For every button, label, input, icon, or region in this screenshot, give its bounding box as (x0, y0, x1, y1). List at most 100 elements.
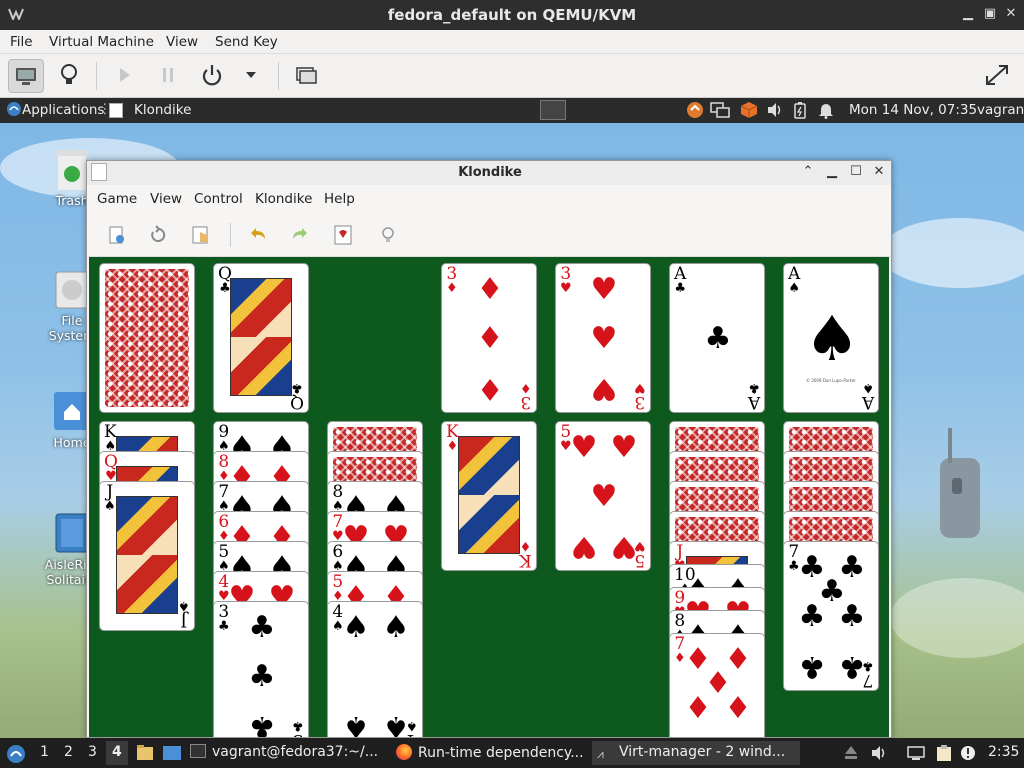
display-icon[interactable] (906, 741, 926, 765)
file-manager-icon[interactable] (136, 741, 154, 765)
xfce-menu-icon[interactable] (6, 101, 22, 121)
taskbar-active-window[interactable]: Klondike (134, 102, 191, 118)
card-suit: ♦ (520, 380, 532, 395)
card-index-bottom: 3♣ (292, 718, 304, 737)
update-icon[interactable] (686, 101, 704, 123)
card[interactable]: J ♠ J ♠ (99, 481, 195, 631)
klondike-titlebar[interactable]: Klondike ⌃ ▁ ☐ ✕ (87, 161, 891, 185)
task-firefox[interactable]: Run-time dependency... (396, 741, 588, 765)
restart-icon[interactable] (147, 224, 169, 246)
card[interactable]: ♣ A ♣ A ♣ (669, 263, 765, 413)
game-board[interactable]: Q ♣ Q ♣ ♦ ♦ ♦ 3 ♦ 3 ♦ ♥ ♥ ♥ 3 ♥ 3 ♥ ♣ A ♣ A ♣ ♠ A ♠ A ♠ © 2009 Dan L… (89, 257, 889, 738)
card-back[interactable] (99, 263, 195, 413)
card-index-bottom: 7 ♣ (862, 658, 874, 690)
menu-send-key[interactable]: Send Key (215, 34, 278, 50)
close-button[interactable]: ✕ (870, 163, 888, 181)
menu-file[interactable]: File (10, 34, 33, 50)
card-pip: ♦ (684, 691, 712, 726)
klondike-window-title: Klondike (458, 165, 522, 180)
undo-icon[interactable] (247, 224, 269, 246)
close-button[interactable]: ✕ (1001, 4, 1021, 24)
window-icon[interactable] (162, 741, 182, 765)
card[interactable]: ♠ A ♠ A ♠ © 2009 Dan Lupo-Parker (783, 263, 879, 413)
maximize-button[interactable]: ☐ (847, 163, 865, 181)
xfce-menu-icon[interactable] (6, 741, 26, 765)
menu-view[interactable]: View (150, 191, 182, 207)
play-icon[interactable] (107, 59, 143, 93)
lightbulb-icon[interactable] (52, 59, 88, 93)
snapshots-icon[interactable] (289, 59, 325, 93)
card[interactable]: Q ♣ Q ♣ (213, 263, 309, 413)
notification-bell-icon[interactable] (818, 101, 834, 123)
card-pip: ♥ (610, 430, 638, 465)
card-index: 5 ♥ (560, 424, 572, 454)
card-index: 4 ♥ (218, 574, 230, 604)
minimize-button[interactable]: ▁ (958, 4, 978, 24)
fullscreen-icon[interactable] (980, 59, 1016, 93)
card-pip: ♠ (804, 302, 860, 375)
guest-desktop: Applications ⋮ Klondike Mon 14 Nov, 07:3… (0, 98, 1024, 768)
card-pip: ♠ (342, 610, 370, 645)
battery-icon[interactable] (792, 101, 808, 123)
card-index-bottom: J ♠ (178, 598, 190, 630)
klondike-toolbar (87, 213, 891, 257)
hint-icon[interactable] (377, 224, 399, 246)
bottom-panel-clock[interactable]: 2:35 (988, 741, 1019, 765)
guest-bottom-panel: 1 2 3 4 vagrant@fedora37:~/... Run-time … (0, 738, 1024, 768)
chevron-down-icon[interactable] (234, 59, 270, 93)
card[interactable]: ♥ ♥ ♥ 3 ♥ 3 ♥ (555, 263, 651, 413)
network-icon[interactable] (710, 101, 730, 123)
card-suit: ♣ (292, 718, 304, 733)
minimize-button[interactable]: ▁ (823, 163, 841, 181)
applications-menu[interactable]: Applications (22, 102, 104, 118)
wallpaper-tower (940, 428, 980, 538)
card-index-bottom: 5 ♥ (634, 538, 646, 570)
start-icon[interactable] (190, 224, 212, 246)
task-label: vagrant@fedora37:~/... (212, 744, 379, 760)
card-index: K ♦ (446, 424, 459, 454)
menu-view[interactable]: View (166, 34, 198, 50)
card-suit: ♠ (178, 598, 190, 613)
card-suit: ♦ (446, 281, 458, 296)
shade-button[interactable]: ⌃ (799, 163, 817, 181)
card[interactable]: ♠♠♠♠4♠4♠ (327, 601, 423, 737)
package-icon[interactable] (740, 101, 758, 123)
monitor-icon[interactable] (8, 59, 44, 93)
workspace-1[interactable]: 1 (40, 741, 49, 765)
window-preview-icon[interactable] (540, 100, 566, 120)
card[interactable]: ♥ ♥ ♥ ♥ ♥ 5 ♥ 5 ♥ (555, 421, 651, 571)
card[interactable]: ♣ ♣ ♣ ♣ ♣ ♣ ♣ 7 ♣ 7 ♣ (783, 541, 879, 691)
eject-icon[interactable] (844, 741, 858, 765)
workspace-3[interactable]: 3 (88, 741, 97, 765)
card-rank: 3 (520, 392, 532, 412)
volume-icon[interactable] (870, 741, 888, 765)
redo-icon[interactable] (289, 224, 311, 246)
card-pip: ♣ (248, 709, 276, 738)
maximize-button[interactable]: ▣ (980, 4, 1000, 24)
menu-control[interactable]: Control (194, 191, 243, 207)
workspace-2[interactable]: 2 (64, 741, 73, 765)
task-terminal[interactable]: vagrant@fedora37:~/... (190, 741, 390, 765)
card-suit: ♣ (862, 658, 874, 673)
menu-game[interactable]: Game (97, 191, 137, 207)
workspace-4[interactable]: 4 (106, 741, 128, 765)
power-icon[interactable] (195, 59, 231, 93)
menu-help[interactable]: Help (324, 191, 355, 207)
notification-icon[interactable] (960, 741, 976, 765)
deal-icon[interactable] (332, 224, 354, 246)
card[interactable]: ♦♦♦♦♦♦♦7♦7♦ (669, 633, 765, 737)
card[interactable]: ♦ ♦ ♦ 3 ♦ 3 ♦ (441, 263, 537, 413)
pause-icon[interactable] (151, 59, 187, 93)
task-virt-manager[interactable]: ⩘ Virt-manager - 2 wind... (592, 741, 800, 765)
volume-icon[interactable] (766, 101, 784, 123)
card-index: K ♠ (104, 424, 117, 454)
menu-klondike[interactable]: Klondike (255, 191, 312, 207)
clipboard-icon[interactable] (934, 741, 954, 765)
top-panel-clock[interactable]: Mon 14 Nov, 07:35 (849, 102, 977, 118)
new-game-icon[interactable] (105, 224, 127, 246)
menu-virtual-machine[interactable]: Virtual Machine (49, 34, 154, 50)
card-pip: ♣ (704, 321, 732, 356)
card[interactable]: ♣♣♣3♣3♣ (213, 601, 309, 738)
user-menu[interactable]: vagrant (977, 102, 1024, 118)
card[interactable]: K ♦ K ♦ (441, 421, 537, 571)
